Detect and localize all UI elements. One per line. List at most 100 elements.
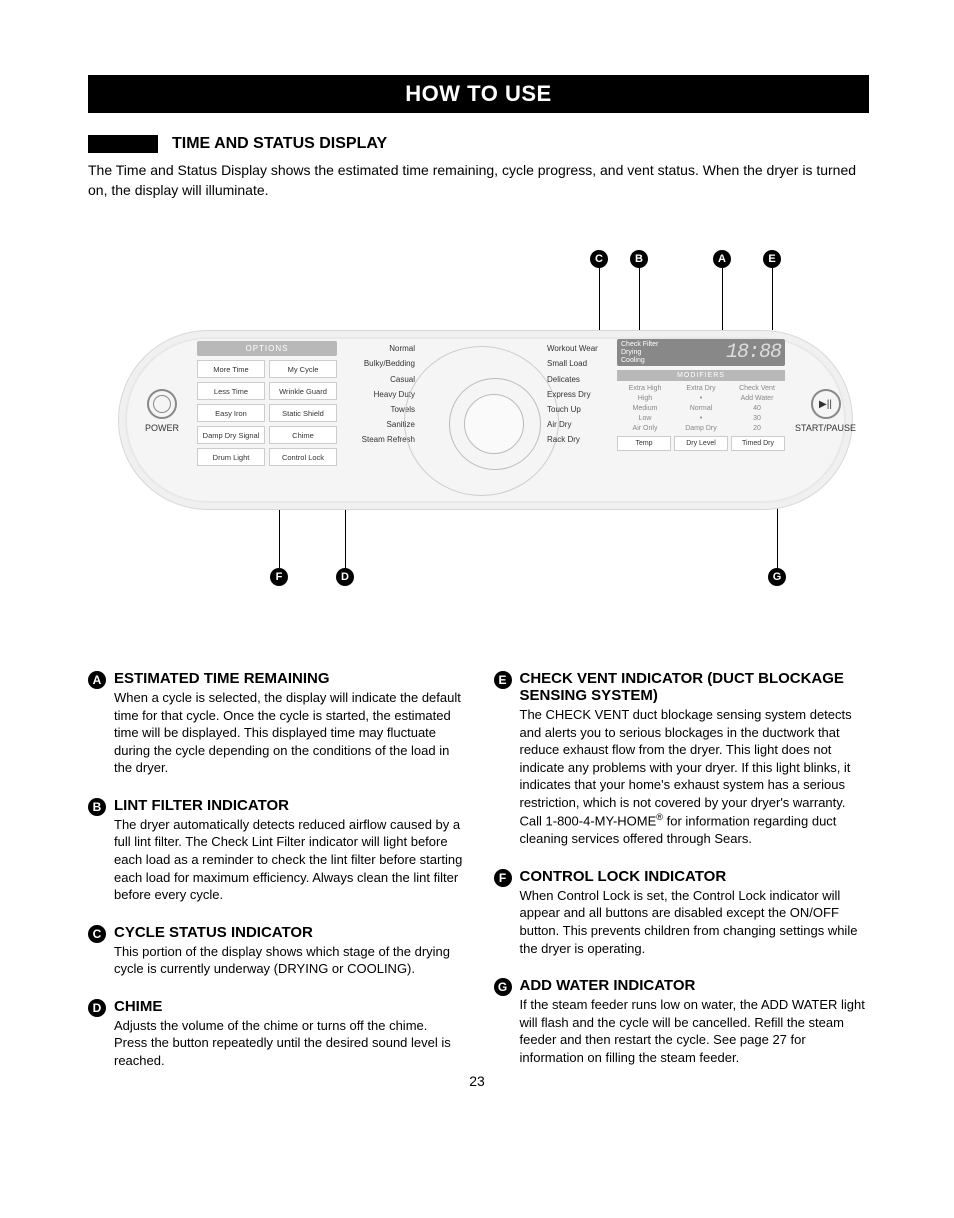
modifier-cell: High bbox=[617, 395, 673, 402]
modifier-cell: Normal bbox=[673, 405, 729, 412]
modifier-button: Timed Dry bbox=[731, 436, 785, 451]
item-body: ESTIMATED TIME REMAININGWhen a cycle is … bbox=[114, 670, 464, 777]
modifier-cell: Add Water bbox=[729, 395, 785, 402]
cycle-label: Rack Dry bbox=[547, 432, 609, 447]
page-number: 23 bbox=[0, 1073, 954, 1089]
subhead-title: TIME AND STATUS DISPLAY bbox=[172, 135, 387, 153]
leader-line bbox=[279, 508, 280, 568]
power-button: POWER bbox=[145, 389, 179, 433]
item-title: CHECK VENT INDICATOR (DUCT BLOCKAGE SENS… bbox=[520, 670, 870, 704]
item-bullet: F bbox=[494, 869, 512, 887]
modifier-cell: • bbox=[673, 415, 729, 422]
item-body: ADD WATER INDICATORIf the steam feeder r… bbox=[520, 977, 870, 1066]
section-banner: HOW TO USE bbox=[88, 75, 869, 113]
option-row: More TimeMy Cycle bbox=[197, 360, 337, 378]
option-row: Damp Dry SignalChime bbox=[197, 426, 337, 444]
cycle-label: Bulky/Bedding bbox=[347, 356, 415, 371]
cycle-label: Express Dry bbox=[547, 387, 609, 402]
control-panel-diagram: C B A E F D G POWER bbox=[88, 260, 869, 580]
description-item: ECHECK VENT INDICATOR (DUCT BLOCKAGE SEN… bbox=[494, 670, 870, 848]
cycle-list-right: Workout WearSmall LoadDelicatesExpress D… bbox=[547, 341, 609, 447]
left-column: A ESTIMATED TIME REMAININGWhen a cycle is… bbox=[88, 670, 464, 1089]
item-text: When Control Lock is set, the Control Lo… bbox=[520, 887, 870, 957]
status-display: Check FilterDryingCooling 18:88 MODIFIER… bbox=[617, 339, 785, 451]
option-button: Control Lock bbox=[269, 448, 337, 466]
item-title: CYCLE STATUS INDICATOR bbox=[114, 924, 464, 941]
description-columns: A ESTIMATED TIME REMAININGWhen a cycle is… bbox=[88, 670, 869, 1089]
dryer-control-panel: POWER OPTIONS More TimeMy Cycle Less Time… bbox=[118, 330, 853, 510]
item-bullet: A bbox=[88, 671, 106, 689]
callout-f: F bbox=[270, 568, 288, 586]
item-title: ADD WATER INDICATOR bbox=[520, 977, 870, 994]
start-pause-label: START/PAUSE bbox=[795, 423, 856, 433]
leader-line bbox=[777, 508, 778, 568]
status-line: Check Filter bbox=[621, 341, 658, 348]
right-column: ECHECK VENT INDICATOR (DUCT BLOCKAGE SEN… bbox=[494, 670, 870, 1089]
power-icon bbox=[147, 389, 177, 419]
item-body: CONTROL LOCK INDICATORWhen Control Lock … bbox=[520, 868, 870, 957]
item-body: CHECK VENT INDICATOR (DUCT BLOCKAGE SENS… bbox=[520, 670, 870, 848]
cycle-label: Casual bbox=[347, 372, 415, 387]
callouts-top-right: A E bbox=[713, 250, 781, 268]
item-body: CHIMEAdjusts the volume of the chime or … bbox=[114, 998, 464, 1070]
cycle-label: Workout Wear bbox=[547, 341, 609, 356]
cycle-label: Small Load bbox=[547, 356, 609, 371]
cycle-label: Heavy Duty bbox=[347, 387, 415, 402]
cycle-label: Delicates bbox=[547, 372, 609, 387]
modifier-cell: 30 bbox=[729, 415, 785, 422]
option-button: My Cycle bbox=[269, 360, 337, 378]
options-header: OPTIONS bbox=[197, 341, 337, 356]
option-row: Less TimeWrinkle Guard bbox=[197, 382, 337, 400]
modifier-buttons: TempDry LevelTimed Dry bbox=[617, 436, 785, 451]
modifier-cell: Medium bbox=[617, 405, 673, 412]
leader-line bbox=[345, 508, 346, 568]
item-title: LINT FILTER INDICATOR bbox=[114, 797, 464, 814]
item-text: This portion of the display shows which … bbox=[114, 943, 464, 978]
option-button: Wrinkle Guard bbox=[269, 382, 337, 400]
modifier-cell: Air Only bbox=[617, 425, 673, 432]
manual-page: HOW TO USE TIME AND STATUS DISPLAY The T… bbox=[0, 0, 954, 1119]
item-body: LINT FILTER INDICATORThe dryer automatic… bbox=[114, 797, 464, 904]
description-item: A ESTIMATED TIME REMAININGWhen a cycle is… bbox=[88, 670, 464, 777]
option-button: Damp Dry Signal bbox=[197, 426, 265, 444]
option-row: Easy IronStatic Shield bbox=[197, 404, 337, 422]
item-title: CHIME bbox=[114, 998, 464, 1015]
modifier-cell: 20 bbox=[729, 425, 785, 432]
description-item: F CONTROL LOCK INDICATORWhen Control Lock… bbox=[494, 868, 870, 957]
item-title: ESTIMATED TIME REMAINING bbox=[114, 670, 464, 687]
subhead-row: TIME AND STATUS DISPLAY bbox=[88, 135, 869, 153]
modifier-cell: • bbox=[673, 395, 729, 402]
modifier-cell: Damp Dry bbox=[673, 425, 729, 432]
options-column: OPTIONS More TimeMy Cycle Less TimeWrinkl… bbox=[197, 341, 337, 466]
modifier-button: Dry Level bbox=[674, 436, 728, 451]
intro-text: The Time and Status Display shows the es… bbox=[88, 161, 869, 200]
callout-e: E bbox=[763, 250, 781, 268]
modifier-cell: Extra High bbox=[617, 385, 673, 392]
modifier-grid: Extra HighExtra DryCheck VentHigh•Add Wa… bbox=[617, 385, 785, 432]
modifiers-header: MODIFIERS bbox=[617, 370, 785, 381]
item-body: CYCLE STATUS INDICATOR This portion of th… bbox=[114, 924, 464, 978]
callout-g: G bbox=[768, 568, 786, 586]
item-bullet: B bbox=[88, 798, 106, 816]
option-row: Drum LightControl Lock bbox=[197, 448, 337, 466]
option-button: More Time bbox=[197, 360, 265, 378]
start-pause-icon: ▶|| bbox=[811, 389, 841, 419]
cycle-label: Normal bbox=[347, 341, 415, 356]
description-item: DCHIMEAdjusts the volume of the chime or… bbox=[88, 998, 464, 1070]
digital-readout: 18:88 bbox=[726, 341, 781, 364]
status-top-bar: Check FilterDryingCooling 18:88 bbox=[617, 339, 785, 366]
modifier-cell: 40 bbox=[729, 405, 785, 412]
cycle-label: Air Dry bbox=[547, 417, 609, 432]
modifier-button: Temp bbox=[617, 436, 671, 451]
callout-c: C bbox=[590, 250, 608, 268]
callout-a: A bbox=[713, 250, 731, 268]
modifier-cell: Extra Dry bbox=[673, 385, 729, 392]
item-text: The CHECK VENT duct blockage sensing sys… bbox=[520, 706, 870, 848]
description-item: CCYCLE STATUS INDICATORThis portion of t… bbox=[88, 924, 464, 978]
cycle-label: Touch Up bbox=[547, 402, 609, 417]
description-item: GADD WATER INDICATORIf the steam feeder … bbox=[494, 977, 870, 1066]
callout-b: B bbox=[630, 250, 648, 268]
modifier-cell: Check Vent bbox=[729, 385, 785, 392]
status-line: Drying bbox=[621, 349, 658, 356]
callout-d: D bbox=[336, 568, 354, 586]
